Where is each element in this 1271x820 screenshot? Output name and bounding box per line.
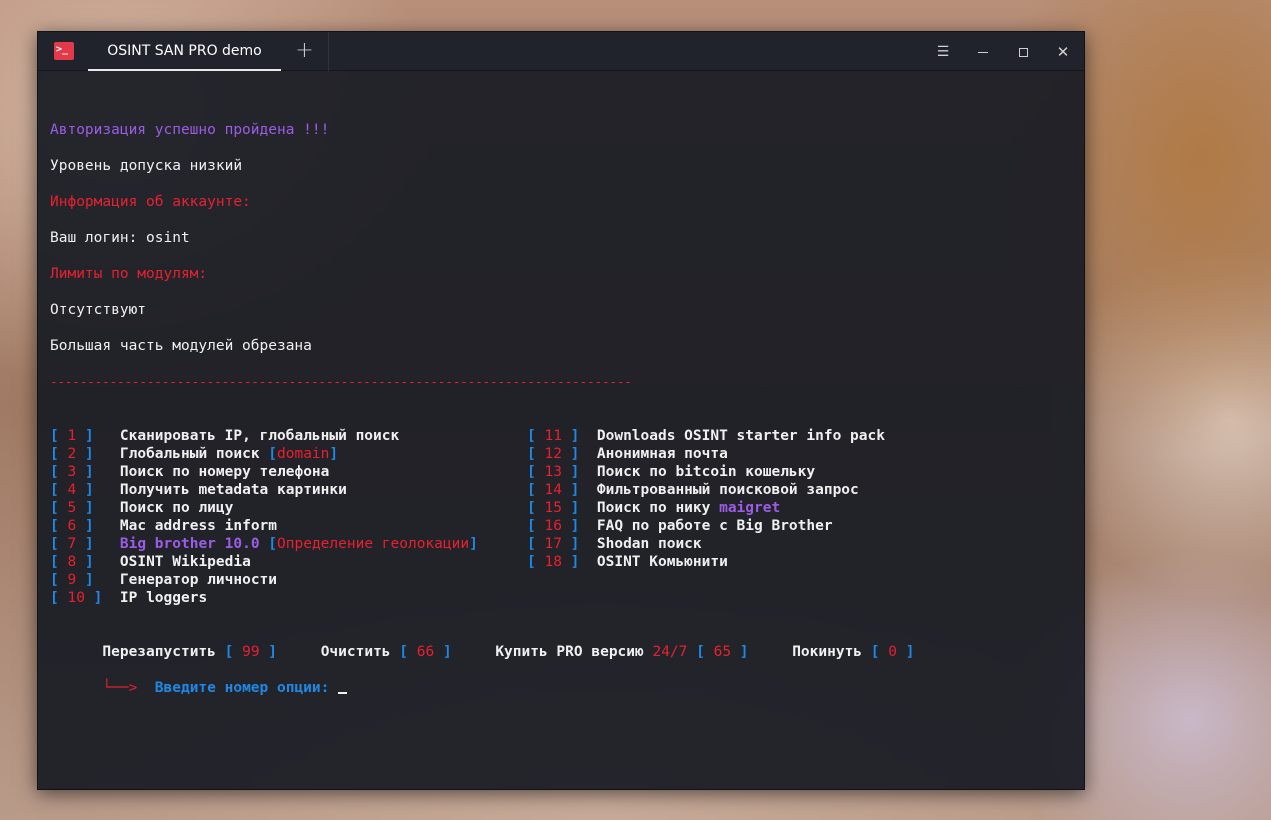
menu-item-label: Поиск по номеру телефона: [119, 464, 330, 480]
plus-icon[interactable]: +: [281, 32, 329, 71]
login-text: Ваш логин: osint: [50, 230, 190, 246]
menu-item-tag: domain: [277, 446, 330, 462]
exit-num: 0: [888, 644, 897, 660]
minimize-icon[interactable]: [970, 40, 996, 64]
menu-item-5[interactable]: [ 5 ] Поиск по лицу: [50, 499, 233, 517]
restart-num: 99: [242, 644, 260, 660]
menu-item-label: Глобальный поиск: [119, 446, 269, 462]
menu-item-2[interactable]: [ 2 ] Глобальный поиск [domain]: [50, 445, 338, 463]
close-icon[interactable]: ✕: [1050, 40, 1076, 64]
menu-item-number: 2: [67, 446, 77, 462]
menu-item-10[interactable]: [ 10 ] IP loggers: [50, 589, 207, 607]
menu-item-label: Shodan поиск: [596, 536, 702, 552]
menu-item-tag: Определение геолокации: [277, 536, 470, 552]
menu-item-label: Поиск по нику: [596, 500, 720, 516]
menu-item-16[interactable]: [ 16 ] FAQ по работе с Big Brother: [527, 517, 833, 535]
text-cursor[interactable]: [338, 680, 348, 694]
menu-item-label: Сканировать IP, глобальный поиск: [119, 428, 400, 444]
menu-item-number: 18: [544, 554, 562, 570]
clear-label: Очистить: [320, 644, 391, 660]
menu-item-number: 10: [67, 590, 85, 606]
menu-item-label: Big brother 10.0: [119, 536, 260, 552]
menu-item-number: 13: [544, 464, 562, 480]
actions-row: Перезапустить [ 99 ] Очистить [ 66 ] Куп…: [102, 644, 915, 660]
menu-item-number: 7: [67, 536, 77, 552]
menu-item-11[interactable]: [ 11 ] Downloads OSINT starter info pack: [527, 427, 885, 445]
buy-pro-num: 65: [713, 644, 732, 660]
menu-item-number: 8: [67, 554, 77, 570]
menu-item-7[interactable]: [ 7 ] Big brother 10.0 [Определение геол…: [50, 535, 478, 553]
menu-item-label: Анонимная почта: [596, 446, 728, 462]
menu-item-label: IP loggers: [119, 590, 208, 606]
separator-line: ----------------------------------------…: [50, 374, 632, 389]
maximize-icon[interactable]: [1010, 40, 1036, 64]
menu-item-number: 4: [67, 482, 77, 498]
menu-item-label: Получить metadata картинки: [119, 482, 347, 498]
prompt-text: Введите номер опции:: [154, 680, 330, 696]
terminal-window: >_ OSINT SAN PRO demo + ☰ ✕ Авторизация …: [37, 31, 1085, 790]
limits-value: Отсутствуют: [50, 302, 147, 318]
menu-item-number: 9: [67, 572, 77, 588]
menu-item-tag: maigret: [719, 500, 781, 516]
limits-header: Лимиты по модулям:: [50, 266, 208, 282]
prompt-line[interactable]: └──> Введите номер опции:: [50, 661, 348, 696]
menu-item-1[interactable]: [ 1 ] Сканировать IP, глобальный поиск: [50, 427, 399, 445]
clear-num: 66: [416, 644, 435, 660]
menu-item-number: 16: [544, 518, 562, 534]
menu-item-number: 15: [544, 500, 562, 516]
hamburger-icon[interactable]: ☰: [930, 40, 956, 64]
menu-item-9[interactable]: [ 9 ] Генератор личности: [50, 571, 277, 589]
prompt-arrow: └──>: [102, 680, 138, 696]
menu-item-6[interactable]: [ 6 ] Mac address inform: [50, 517, 277, 535]
access-level-text: Уровень допуска низкий: [50, 158, 243, 174]
exit-label: Покинуть: [792, 644, 863, 660]
menu-item-number: 11: [544, 428, 562, 444]
menu-item-12[interactable]: [ 12 ] Анонимная почта: [527, 445, 728, 463]
menu-item-14[interactable]: [ 14 ] Фильтрованный поисковой запрос: [527, 481, 859, 499]
menu-item-label: OSINT Комьюнити: [596, 554, 728, 570]
restart-label: Перезапустить: [102, 644, 216, 660]
modules-note: Большая часть модулей обрезана: [50, 338, 312, 354]
account-info-header: Информация об аккаунте:: [50, 194, 251, 210]
terminal-app-icon: >_: [54, 42, 74, 60]
menu-item-8[interactable]: [ 8 ] OSINT Wikipedia: [50, 553, 251, 571]
tab-osint-san[interactable]: OSINT SAN PRO demo: [88, 32, 281, 71]
menu-item-number: 17: [544, 536, 562, 552]
menu-item-number: 5: [67, 500, 77, 516]
menu-item-15[interactable]: [ 15 ] Поиск по нику maigret: [527, 499, 780, 517]
menu-item-number: 6: [67, 518, 77, 534]
menu-item-4[interactable]: [ 4 ] Получить metadata картинки: [50, 481, 347, 499]
menu-item-label: Поиск по bitcoin кошельку: [596, 464, 816, 480]
menu-item-number: 1: [67, 428, 77, 444]
auth-success-text: Авторизация успешно пройдена !!!: [50, 122, 330, 138]
menu-item-3[interactable]: [ 3 ] Поиск по номеру телефона: [50, 463, 329, 481]
title-bar: >_ OSINT SAN PRO demo + ☰ ✕: [38, 32, 1084, 71]
menu-item-label: Downloads OSINT starter info pack: [596, 428, 885, 444]
menu-item-label: Генератор личности: [119, 572, 278, 588]
menu-item-number: 3: [67, 464, 77, 480]
buy-pro-extra: 24/7: [652, 644, 688, 660]
menu-item-number: 12: [544, 446, 562, 462]
menu-item-label: FAQ по работе с Big Brother: [596, 518, 833, 534]
menu-item-number: 14: [544, 482, 562, 498]
terminal-output[interactable]: Авторизация успешно пройдена !!! Уровень…: [50, 71, 1084, 789]
menu-item-label: OSINT Wikipedia: [119, 554, 251, 570]
menu-item-label: Фильтрованный поисковой запрос: [596, 482, 859, 498]
buy-pro-label: Купить PRO версию: [495, 644, 644, 660]
menu-item-label: Mac address inform: [119, 518, 278, 534]
menu-item-label: Поиск по лицу: [119, 500, 234, 516]
menu-item-18[interactable]: [ 18 ] OSINT Комьюнити: [527, 553, 728, 571]
menu-item-13[interactable]: [ 13 ] Поиск по bitcoin кошельку: [527, 463, 815, 481]
menu-item-17[interactable]: [ 17 ] Shodan поиск: [527, 535, 702, 553]
